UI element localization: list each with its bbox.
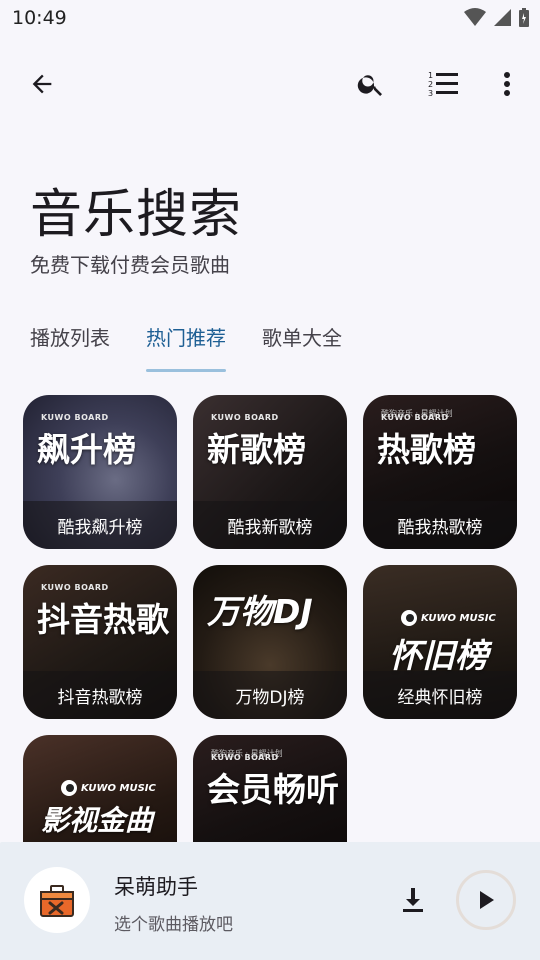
card-title: 抖音热歌 <box>37 600 169 639</box>
arrow-left-icon <box>32 74 52 94</box>
card-title: 万物DJ <box>207 592 313 631</box>
card-title: 会员畅听 <box>207 770 339 809</box>
card-title: 新歌榜 <box>207 430 306 469</box>
more-vert-icon <box>504 72 510 96</box>
chart-card-dj[interactable]: 万物DJ 万物DJ榜 <box>193 565 347 719</box>
kuwo-logo-text: KUWO MUSIC <box>421 612 496 624</box>
status-bar: 10:49 <box>0 0 540 36</box>
card-caption: 酷我热歌榜 <box>397 518 483 538</box>
wifi-icon <box>464 8 486 26</box>
player-title: 呆萌助手 <box>114 875 198 899</box>
play-icon <box>480 891 494 909</box>
chart-card-hot-songs[interactable]: 酷狗音乐 · 星耀计划 KUWO BOARD 热歌榜 酷我热歌榜 <box>363 395 517 549</box>
card-caption: 酷我新歌榜 <box>227 518 313 538</box>
chart-card-new-songs[interactable]: KUWO BOARD 新歌榜 酷我新歌榜 <box>193 395 347 549</box>
kuwo-logo-text: KUWO MUSIC <box>81 782 156 794</box>
back-button[interactable] <box>20 62 64 106</box>
card-caption: 酷我飙升榜 <box>57 518 143 538</box>
chart-card-soaring[interactable]: KUWO BOARD 飙升榜 酷我飙升榜 <box>23 395 177 549</box>
status-time: 10:49 <box>12 7 67 29</box>
page-subtitle: 免费下载付费会员歌曲 <box>30 253 230 277</box>
card-caption: 抖音热歌榜 <box>57 688 143 708</box>
more-options-button[interactable] <box>485 62 529 106</box>
tab-playlist[interactable]: 播放列表 <box>30 322 110 372</box>
card-title: 热歌榜 <box>377 430 476 469</box>
toolbar: 1 2 3 <box>0 58 540 110</box>
battery-icon <box>519 8 529 27</box>
download-icon <box>403 888 423 912</box>
kuwo-logo-icon <box>401 610 417 626</box>
card-title: 飙升榜 <box>37 430 136 469</box>
card-title: 影视金曲 <box>41 804 154 837</box>
kuwo-logo-icon <box>61 780 77 796</box>
chart-card-nostalgia[interactable]: KUWO MUSIC 怀旧榜 经典怀旧榜 <box>363 565 517 719</box>
status-icons <box>464 7 530 27</box>
card-brand: KUWO BOARD <box>211 753 279 762</box>
mini-player[interactable]: 呆萌助手 选个歌曲播放吧 <box>0 842 540 960</box>
search-icon <box>357 75 382 96</box>
search-button[interactable] <box>349 62 393 106</box>
tab-hot-recommend[interactable]: 热门推荐 <box>146 322 226 372</box>
card-brand: KUWO BOARD <box>41 413 109 422</box>
player-subtitle: 选个歌曲播放吧 <box>114 915 233 935</box>
card-brand: KUWO BOARD <box>211 413 279 422</box>
kuwo-music-logo: KUWO MUSIC <box>401 610 496 626</box>
player-avatar <box>24 867 90 933</box>
chart-card-douyin[interactable]: KUWO BOARD 抖音热歌 抖音热歌榜 <box>23 565 177 719</box>
card-caption: 万物DJ榜 <box>235 688 305 708</box>
card-title: 怀旧榜 <box>389 636 488 675</box>
svg-text:2: 2 <box>428 80 433 89</box>
numbered-list-icon: 1 2 3 <box>428 71 458 98</box>
tab-songlist-collection[interactable]: 歌单大全 <box>262 322 342 372</box>
download-button[interactable] <box>391 878 435 922</box>
cell-signal-icon <box>494 9 511 26</box>
svg-text:1: 1 <box>428 71 433 80</box>
playlist-button[interactable]: 1 2 3 <box>421 62 465 106</box>
tab-bar: 播放列表 热门推荐 歌单大全 <box>30 322 378 372</box>
play-button[interactable] <box>456 870 516 930</box>
card-brand: KUWO BOARD <box>41 583 109 592</box>
svg-text:3: 3 <box>428 89 433 98</box>
kuwo-music-logo: KUWO MUSIC <box>61 780 156 796</box>
card-caption: 经典怀旧榜 <box>397 688 483 708</box>
card-brand: KUWO BOARD <box>381 413 449 422</box>
page-title: 音乐搜索 <box>30 185 243 245</box>
toolbox-icon <box>40 885 74 917</box>
